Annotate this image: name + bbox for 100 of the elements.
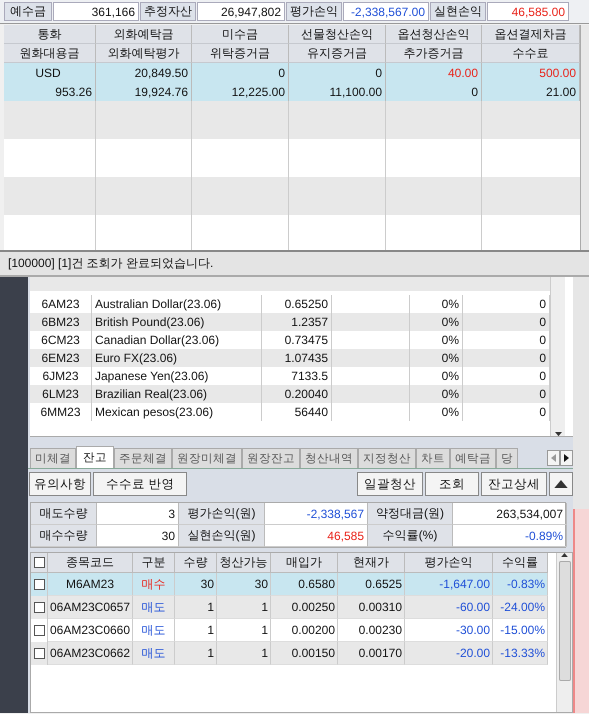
column-header: 청산가능 [217,553,271,573]
column-header: 옵션청산손익 [386,25,482,44]
column-header: 위탁증거금 [192,44,289,63]
left-triangle-icon[interactable] [551,454,556,462]
scroll-up-icon[interactable] [561,553,568,558]
table-cell: USD [4,63,96,82]
table-cell: M6AM23 [48,573,133,596]
summary-label: 매도수량 [31,503,97,525]
table-cell: 1.07435 [262,349,332,367]
tab[interactable]: 지정청산 [358,448,416,468]
table-cell: 1 [175,619,217,642]
table-cell: 0 [386,82,482,101]
summary-value: 361,166 [53,2,139,21]
table-cell: 500.00 [482,63,580,82]
column-header: 구분 [133,553,175,573]
table-cell: 0.00310 [338,596,405,619]
tab[interactable]: 잔고 [76,446,114,468]
table-cell: 0.20040 [262,385,332,403]
table-cell: 0% [410,349,463,367]
select-all-checkbox[interactable] [34,557,44,568]
table-cell: 0.6525 [338,573,405,596]
tab-scroll-right-button[interactable] [560,450,573,466]
table-cell: 30 [175,573,217,596]
table-cell: -15.00% [493,619,548,642]
row-checkbox[interactable] [34,648,44,659]
table-cell: 0.00170 [338,642,405,665]
tab[interactable]: 당 [496,448,518,468]
tab[interactable]: 미체결 [30,448,76,468]
tab[interactable]: 차트 [416,448,450,468]
summary-label: 실현손익(원) [179,525,265,547]
column-header: 선물청산손익 [289,25,386,44]
summary-label: 평가손익 [286,2,342,21]
row-checkbox[interactable] [34,602,44,613]
table-cell: 1 [175,596,217,619]
summary-label: 수익률(%) [368,525,453,547]
table-cell: 1 [217,642,271,665]
column-header: 수익률 [493,553,548,573]
table-cell: 21.00 [482,82,580,101]
table-cell: 0 [463,385,550,403]
collapse-button[interactable] [549,472,573,496]
row-checkbox[interactable] [34,625,44,636]
table-cell: 매도 [133,619,175,642]
table-cell: Australian Dollar(23.06) [92,295,262,313]
table-cell: 매도 [133,596,175,619]
table-cell: -24.00% [493,596,548,619]
column-header: 통화 [4,25,96,44]
column-header: 추가증거금 [386,44,482,63]
summary-label: 약정대금(원) [368,503,453,525]
summary-value: 26,947,802 [197,2,285,21]
table-cell: 12,225.00 [192,82,289,101]
table-cell: Japanese Yen(23.06) [92,367,262,385]
table-cell: 0% [410,313,463,331]
tab[interactable]: 원장잔고 [242,448,300,468]
table-cell: -0.83% [493,573,548,596]
summary-label: 예수금 [4,2,52,21]
scroll-down-icon[interactable] [554,432,562,436]
row-checkbox[interactable] [34,579,44,590]
right-triangle-icon[interactable] [564,454,569,462]
summary-label: 평가손익(원) [179,503,265,525]
table-cell: 6EM23 [30,349,92,367]
summary-value: -0.89% [453,525,567,547]
column-header: 수량 [175,553,217,573]
table-cell: 0% [410,385,463,403]
table-cell: -20.00 [405,642,493,665]
summary-label: 추정자산 [140,2,196,21]
toolbar-button[interactable]: 유의사항 [29,472,91,496]
column-header: 평가손익 [405,553,493,573]
tab[interactable]: 청산내역 [300,448,358,468]
column-header: 외화예탁평가 [96,44,192,63]
table-cell: 0 [463,313,550,331]
up-triangle-icon[interactable] [554,480,568,488]
table-cell: 0.00200 [271,619,338,642]
summary-value: -2,338,567.00 [343,2,429,21]
tab[interactable]: 예탁금 [450,448,496,468]
summary-value: 46,585.00 [487,2,569,21]
column-header: 종목코드 [48,553,133,573]
column-header: 외화예탁금 [96,25,192,44]
table-cell: 매도 [133,642,175,665]
table-cell: -60.00 [405,596,493,619]
toolbar-button[interactable]: 조회 [425,472,479,496]
table-cell: 06AM23C0662 [48,642,133,665]
column-header: 원화대용금 [4,44,96,63]
toolbar-button[interactable]: 수수료 반영 [93,472,188,496]
table-cell: 매수 [133,573,175,596]
toolbar-button[interactable]: 일괄청산 [357,472,423,496]
table-cell: Euro FX(23.06) [92,349,262,367]
table-cell: 6LM23 [30,385,92,403]
table-cell: 953.26 [4,82,96,101]
table-cell: British Pound(23.06) [92,313,262,331]
table-cell: -13.33% [493,642,548,665]
tab[interactable]: 주문체결 [114,448,172,468]
tab[interactable]: 원장미체결 [172,448,242,468]
column-header: 수수료 [482,44,580,63]
table-cell: 0 [192,63,289,82]
table-cell: 1 [217,596,271,619]
summary-label: 매수수량 [31,525,97,547]
table-cell: 30 [217,573,271,596]
toolbar-button[interactable]: 잔고상세 [481,472,547,496]
table-cell: 0.00230 [338,619,405,642]
table-cell: 20,849.50 [96,63,192,82]
